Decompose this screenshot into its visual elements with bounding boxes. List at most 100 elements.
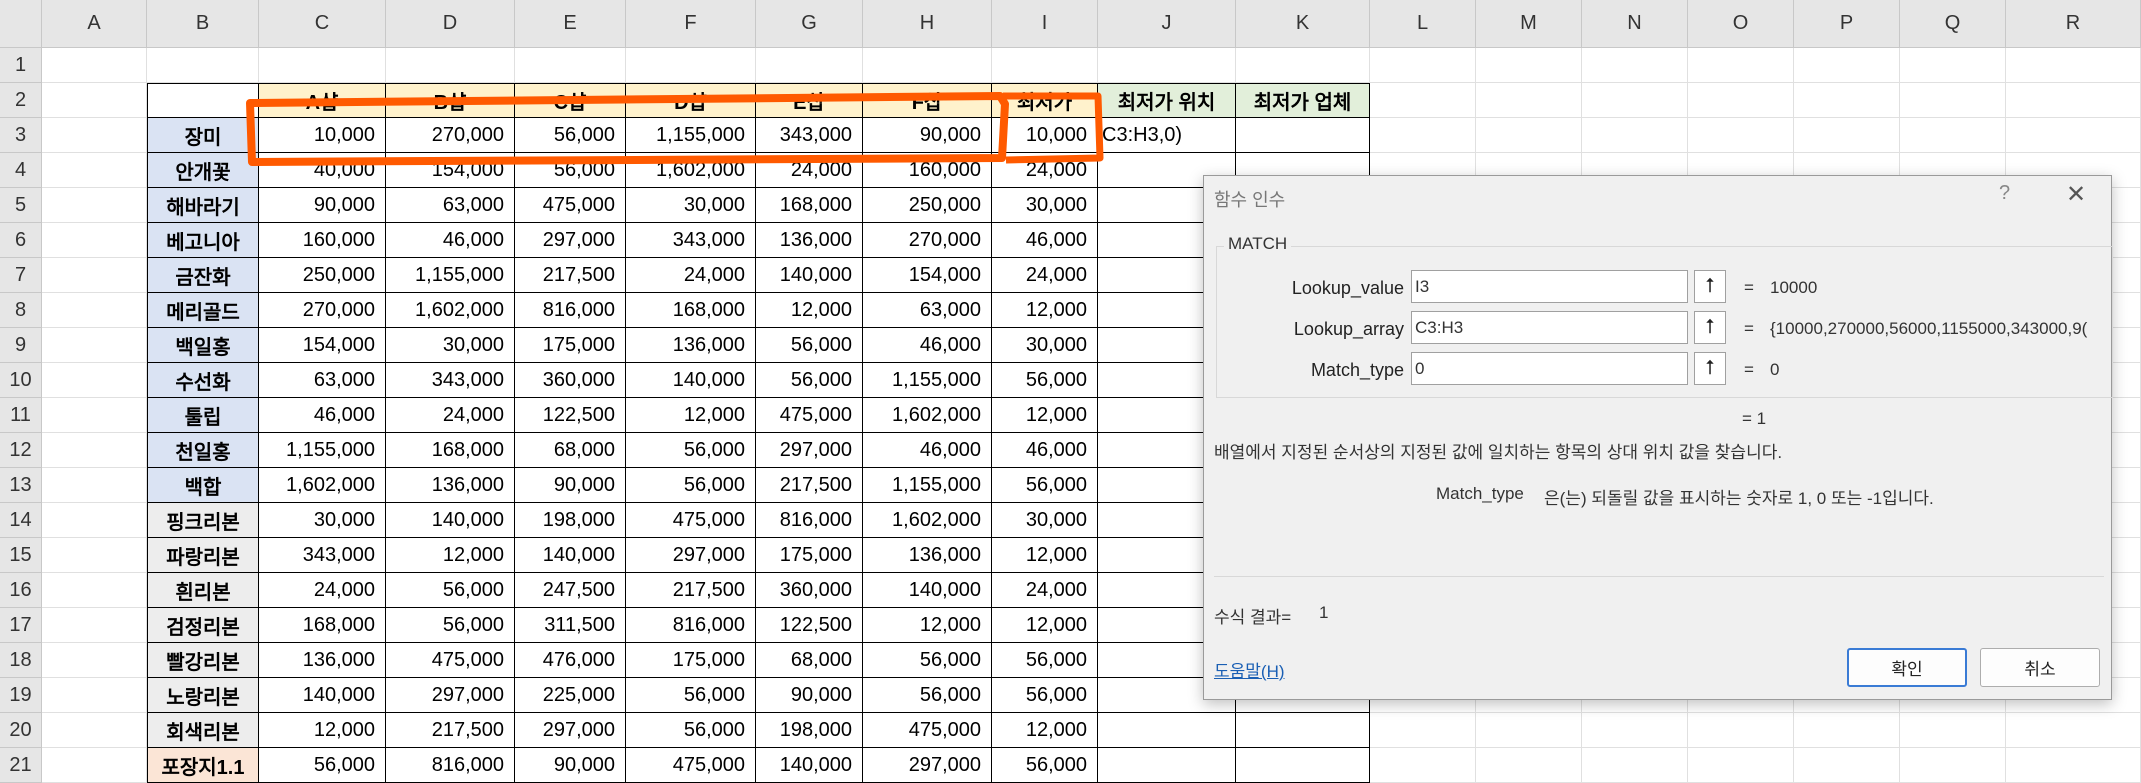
cell[interactable] — [1794, 83, 1900, 118]
column-header-c[interactable]: C — [259, 0, 386, 48]
product-name[interactable]: 메리골드 — [147, 293, 259, 328]
collapse-dialog-icon[interactable]: ⭡ — [1694, 311, 1726, 344]
row-header-19[interactable]: 19 — [0, 678, 42, 713]
cell[interactable] — [515, 48, 626, 83]
price-cell[interactable]: 30,000 — [992, 328, 1098, 363]
price-cell[interactable]: 297,000 — [756, 433, 863, 468]
cell[interactable] — [1900, 713, 2006, 748]
cell[interactable] — [1370, 83, 1476, 118]
price-cell[interactable]: 24,000 — [992, 258, 1098, 293]
row-header-14[interactable]: 14 — [0, 503, 42, 538]
price-cell[interactable]: 1,602,000 — [259, 468, 386, 503]
cell[interactable] — [1688, 83, 1794, 118]
table-header-h[interactable]: F샵 — [863, 83, 992, 118]
row-header-3[interactable]: 3 — [0, 118, 42, 153]
product-name[interactable]: 안개꽃 — [147, 153, 259, 188]
cell[interactable] — [42, 678, 147, 713]
price-cell[interactable]: 56,000 — [515, 118, 626, 153]
price-cell[interactable]: 56,000 — [863, 643, 992, 678]
price-cell[interactable]: 175,000 — [756, 538, 863, 573]
column-header-o[interactable]: O — [1688, 0, 1794, 48]
table-header-k[interactable]: 최저가 업체 — [1236, 83, 1370, 118]
price-cell[interactable]: 68,000 — [756, 643, 863, 678]
cell[interactable] — [626, 48, 756, 83]
price-cell[interactable]: 225,000 — [515, 678, 626, 713]
row-header-6[interactable]: 6 — [0, 223, 42, 258]
price-cell[interactable]: 12,000 — [992, 398, 1098, 433]
product-name[interactable]: 해바라기 — [147, 188, 259, 223]
price-cell[interactable]: 168,000 — [259, 608, 386, 643]
product-name[interactable]: 백일홍 — [147, 328, 259, 363]
cell[interactable] — [1900, 83, 2006, 118]
row-header-7[interactable]: 7 — [0, 258, 42, 293]
column-header-l[interactable]: L — [1370, 0, 1476, 48]
table-header-c[interactable]: A샵 — [259, 83, 386, 118]
price-cell[interactable]: 56,000 — [626, 678, 756, 713]
price-cell[interactable]: 24,000 — [756, 153, 863, 188]
price-cell[interactable]: 360,000 — [515, 363, 626, 398]
row-header-16[interactable]: 16 — [0, 573, 42, 608]
table-header-f[interactable]: D샵 — [626, 83, 756, 118]
cell[interactable] — [1688, 118, 1794, 153]
price-cell[interactable]: 168,000 — [756, 188, 863, 223]
price-cell[interactable]: 56,000 — [992, 643, 1098, 678]
price-cell[interactable]: 168,000 — [386, 433, 515, 468]
product-name[interactable]: 장미 — [147, 118, 259, 153]
price-cell[interactable]: 140,000 — [756, 748, 863, 783]
product-name[interactable]: 회색리본 — [147, 713, 259, 748]
price-cell[interactable]: 217,500 — [515, 258, 626, 293]
price-cell[interactable]: 1,602,000 — [863, 398, 992, 433]
table-corner-cell[interactable] — [147, 83, 259, 118]
price-cell[interactable]: 46,000 — [259, 398, 386, 433]
row-header-1[interactable]: 1 — [0, 48, 42, 83]
price-cell[interactable]: 56,000 — [626, 713, 756, 748]
price-cell[interactable]: 270,000 — [259, 293, 386, 328]
price-cell[interactable]: 311,500 — [515, 608, 626, 643]
price-cell[interactable]: 12,000 — [992, 713, 1098, 748]
row-header-9[interactable]: 9 — [0, 328, 42, 363]
cell[interactable] — [42, 433, 147, 468]
price-cell[interactable]: 175,000 — [515, 328, 626, 363]
lookup-value-input[interactable]: I3 — [1411, 270, 1688, 303]
cell[interactable] — [1370, 48, 1476, 83]
price-cell[interactable]: 63,000 — [863, 293, 992, 328]
row-header-18[interactable]: 18 — [0, 643, 42, 678]
price-cell[interactable]: 12,000 — [863, 608, 992, 643]
price-cell[interactable]: 63,000 — [386, 188, 515, 223]
price-cell[interactable]: 24,000 — [992, 573, 1098, 608]
column-header-d[interactable]: D — [386, 0, 515, 48]
cell[interactable] — [1794, 713, 1900, 748]
price-cell[interactable]: 90,000 — [515, 748, 626, 783]
cell[interactable] — [1900, 118, 2006, 153]
price-cell[interactable]: 360,000 — [756, 573, 863, 608]
table-header-i[interactable]: 최저가 — [992, 83, 1098, 118]
cell[interactable] — [42, 503, 147, 538]
price-cell[interactable]: 56,000 — [259, 748, 386, 783]
cell[interactable] — [1794, 748, 1900, 783]
price-cell[interactable]: 217,500 — [626, 573, 756, 608]
price-cell[interactable]: 30,000 — [259, 503, 386, 538]
cell[interactable] — [42, 363, 147, 398]
product-name[interactable]: 노랑리본 — [147, 678, 259, 713]
row-header-8[interactable]: 8 — [0, 293, 42, 328]
price-cell[interactable]: 136,000 — [259, 643, 386, 678]
price-cell[interactable]: 270,000 — [386, 118, 515, 153]
price-cell[interactable]: 56,000 — [863, 678, 992, 713]
cell[interactable] — [1476, 83, 1582, 118]
cell[interactable] — [42, 188, 147, 223]
column-header-j[interactable]: J — [1098, 0, 1236, 48]
cell[interactable] — [42, 223, 147, 258]
price-cell[interactable]: 140,000 — [863, 573, 992, 608]
price-cell[interactable]: 10,000 — [259, 118, 386, 153]
cell[interactable] — [2006, 748, 2141, 783]
column-header-b[interactable]: B — [147, 0, 259, 48]
product-name[interactable]: 툴립 — [147, 398, 259, 433]
lowest-price-position-cell[interactable] — [1098, 748, 1236, 783]
cell[interactable] — [1794, 48, 1900, 83]
price-cell[interactable]: 30,000 — [992, 503, 1098, 538]
row-header-15[interactable]: 15 — [0, 538, 42, 573]
cell[interactable] — [42, 258, 147, 293]
price-cell[interactable]: 90,000 — [515, 468, 626, 503]
table-header-j[interactable]: 최저가 위치 — [1098, 83, 1236, 118]
price-cell[interactable]: 297,000 — [515, 713, 626, 748]
